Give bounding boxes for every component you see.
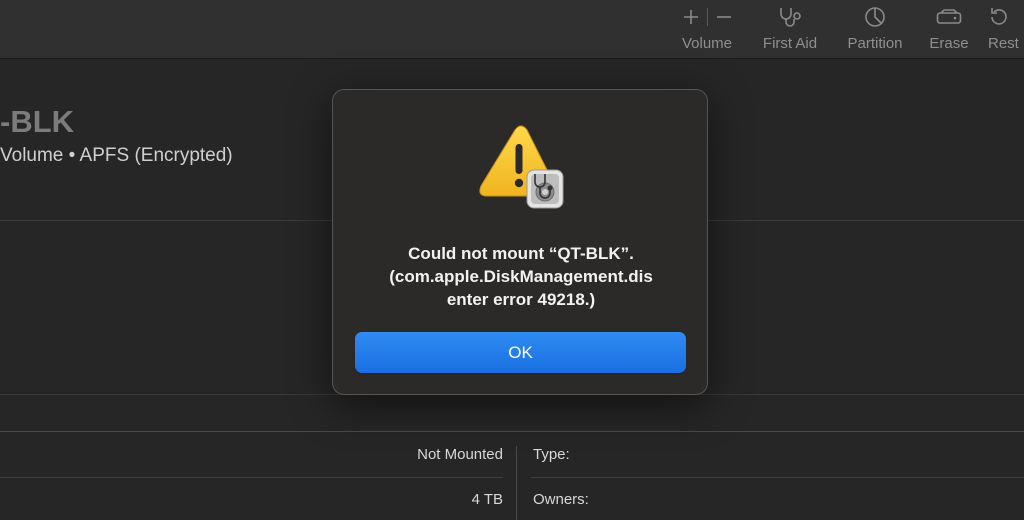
table-row-divider	[0, 477, 503, 478]
volume-label: Volume	[681, 35, 733, 52]
volume-subtitle: Volume • APFS (Encrypted)	[0, 145, 233, 166]
table-row-divider	[531, 477, 1024, 478]
restore-button[interactable]: Rest	[988, 0, 1024, 58]
minus-icon[interactable]	[716, 9, 732, 25]
erase-label: Erase	[929, 35, 969, 52]
type-label: Type:	[533, 446, 570, 463]
pie-chart-icon	[865, 7, 885, 27]
plus-icon[interactable]	[683, 9, 699, 25]
partition-button[interactable]: Partition	[840, 0, 910, 58]
table-column-divider	[516, 446, 517, 520]
info-table: Not Mounted Type: 4 TB Owners:	[0, 431, 1024, 520]
alert-message-line: enter error 49218.)	[446, 290, 596, 309]
alert-message-line: Could not mount “QT-BLK”.	[408, 244, 634, 263]
volume-title: -BLK	[0, 104, 75, 139]
toolbar: Volume First Aid Partition Erase Rest	[0, 0, 1024, 59]
restore-icon	[991, 8, 1007, 25]
mount-status-value: Not Mounted	[417, 446, 503, 463]
first-aid-button[interactable]: First Aid	[755, 0, 825, 58]
warning-icon	[479, 125, 564, 209]
first-aid-label: First Aid	[762, 35, 818, 52]
restore-label: Rest	[988, 35, 1019, 52]
disk-utility-icon	[526, 169, 564, 209]
stethoscope-icon	[780, 8, 801, 27]
partition-label: Partition	[847, 35, 903, 52]
toolbar-separator	[706, 8, 708, 26]
alert-message: Could not mount “QT-BLK”. (com.apple.Dis…	[351, 242, 691, 311]
erase-button[interactable]: Erase	[925, 0, 973, 58]
ok-button[interactable]: OK	[355, 332, 686, 373]
capacity-value: 4 TB	[471, 491, 503, 508]
alert-dialog: Could not mount “QT-BLK”. (com.apple.Dis…	[332, 89, 708, 395]
owners-label: Owners:	[533, 491, 589, 508]
volume-button[interactable]: Volume	[675, 0, 739, 58]
disk-erase-icon	[936, 9, 962, 24]
alert-message-line: (com.apple.DiskManagement.dis	[389, 267, 653, 286]
